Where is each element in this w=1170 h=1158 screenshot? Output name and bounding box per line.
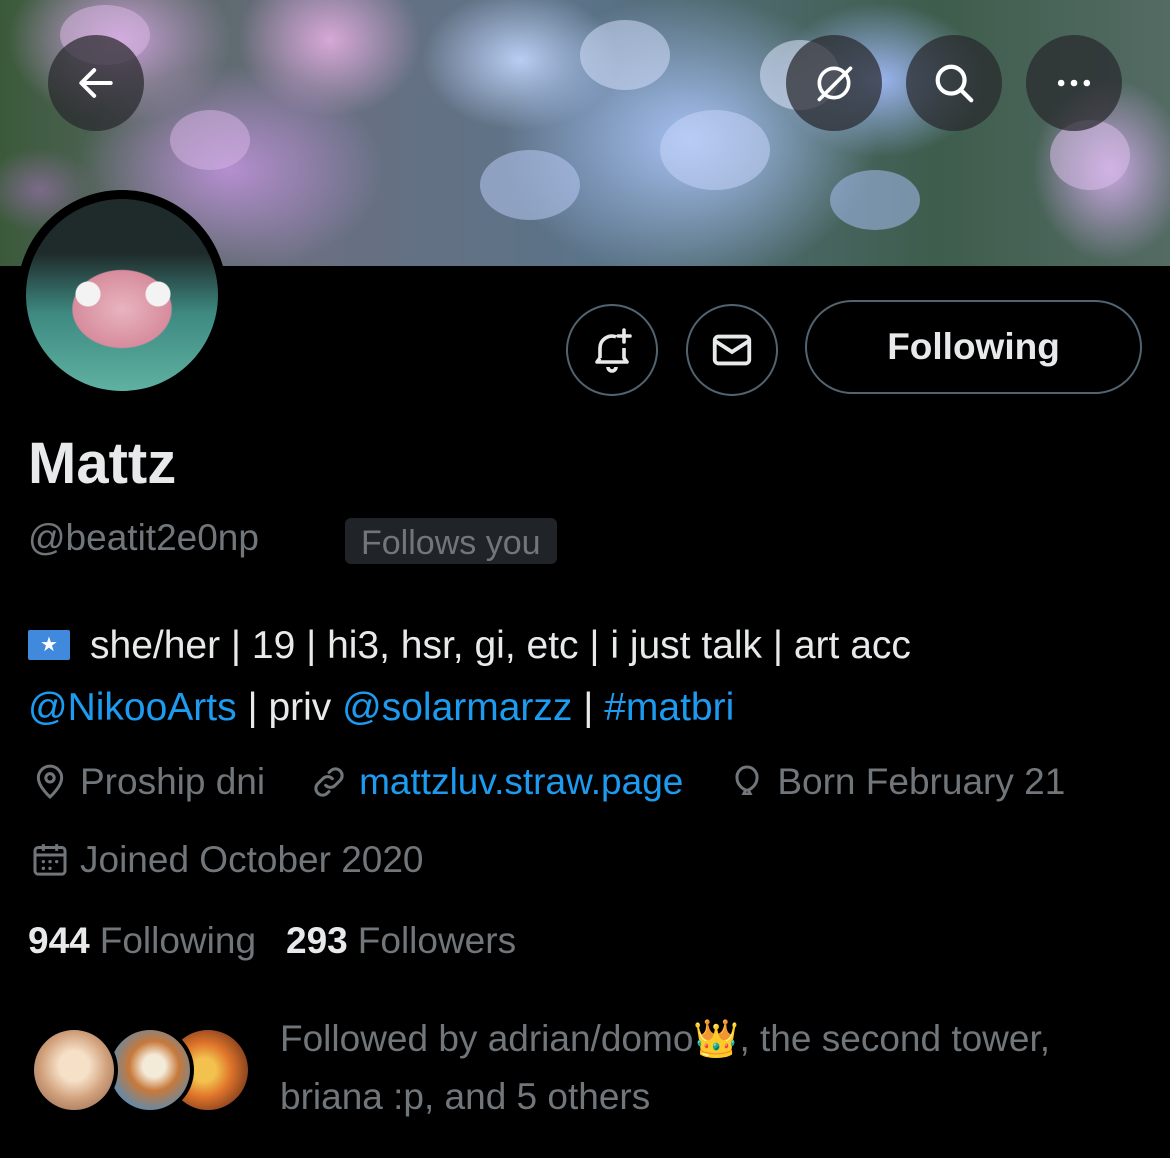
notifications-button[interactable]	[566, 304, 658, 396]
bio: she/her | 19 | hi3, hsr, gi, etc | i jus…	[28, 615, 1148, 739]
following-count: 944	[28, 920, 90, 961]
joined-text: Joined October 2020	[80, 839, 424, 880]
mention-link[interactable]: @NikooArts	[28, 686, 237, 729]
follower-avatar[interactable]	[106, 1026, 194, 1114]
mention-link[interactable]: @solarmarzz	[342, 686, 572, 729]
avatar[interactable]	[26, 199, 218, 391]
calendar-icon	[33, 844, 67, 876]
followers-count: 293	[286, 920, 348, 961]
bell-plus-icon	[595, 328, 632, 373]
bio-text-1: she/her | 19 | hi3, hsr, gi, etc | i jus…	[90, 624, 911, 667]
location-text: Proship dni	[80, 761, 266, 802]
bio-line-2: @NikooArts | priv @solarmarzz | #matbri	[28, 677, 1148, 739]
followed-by-text[interactable]: Followed by adrian/domo👑, the second tow…	[280, 1010, 1160, 1126]
display-name: Mattz	[28, 431, 177, 496]
profile-meta: Proship dni mattzluv.straw.page Born Feb…	[30, 757, 1065, 807]
message-button[interactable]	[686, 304, 778, 396]
website-link[interactable]: mattzluv.straw.page	[359, 761, 683, 803]
more-button[interactable]	[1026, 35, 1122, 131]
bio-text-3: |	[572, 686, 605, 729]
joined-item: Joined October 2020	[30, 839, 424, 881]
search-icon	[935, 64, 974, 103]
followers-count-link[interactable]: 293 Followers	[286, 920, 516, 962]
birthday-text: Born February 21	[777, 761, 1066, 802]
somalia-flag-icon	[28, 630, 70, 660]
followed-by-line-1: Followed by adrian/domo👑, the second tow…	[280, 1018, 1051, 1059]
link-icon	[314, 767, 344, 797]
grok-button[interactable]	[786, 35, 882, 131]
back-button[interactable]	[48, 35, 144, 131]
birthday: Born February 21	[727, 761, 1065, 803]
avatar-frame	[17, 190, 227, 400]
search-button[interactable]	[906, 35, 1002, 131]
balloon-icon	[735, 765, 759, 795]
arrow-left-icon	[79, 68, 113, 98]
grok-icon	[817, 66, 853, 102]
following-label: Following	[99, 920, 257, 961]
bio-line-1: she/her | 19 | hi3, hsr, gi, etc | i jus…	[28, 615, 1148, 677]
website[interactable]: mattzluv.straw.page	[309, 761, 683, 803]
more-horizontal-icon	[1057, 79, 1091, 87]
follows-you-badge: Follows you	[345, 518, 557, 564]
handle: @beatit2e0np	[28, 517, 259, 558]
location-pin-icon	[36, 764, 64, 800]
following-count-link[interactable]: 944 Following	[28, 920, 256, 962]
follower-avatar[interactable]	[30, 1026, 118, 1114]
hashtag-link[interactable]: #matbri	[604, 686, 734, 729]
mail-icon	[712, 334, 752, 366]
following-button[interactable]: Following	[805, 300, 1142, 394]
location: Proship dni	[30, 761, 265, 803]
followed-by-line-2: briana :p, and 5 others	[280, 1076, 651, 1117]
follow-counts: 944 Following 293 Followers	[28, 920, 546, 962]
joined: Joined October 2020	[30, 835, 424, 885]
bio-text-2: | priv	[236, 686, 343, 729]
followers-label: Followers	[357, 920, 517, 961]
